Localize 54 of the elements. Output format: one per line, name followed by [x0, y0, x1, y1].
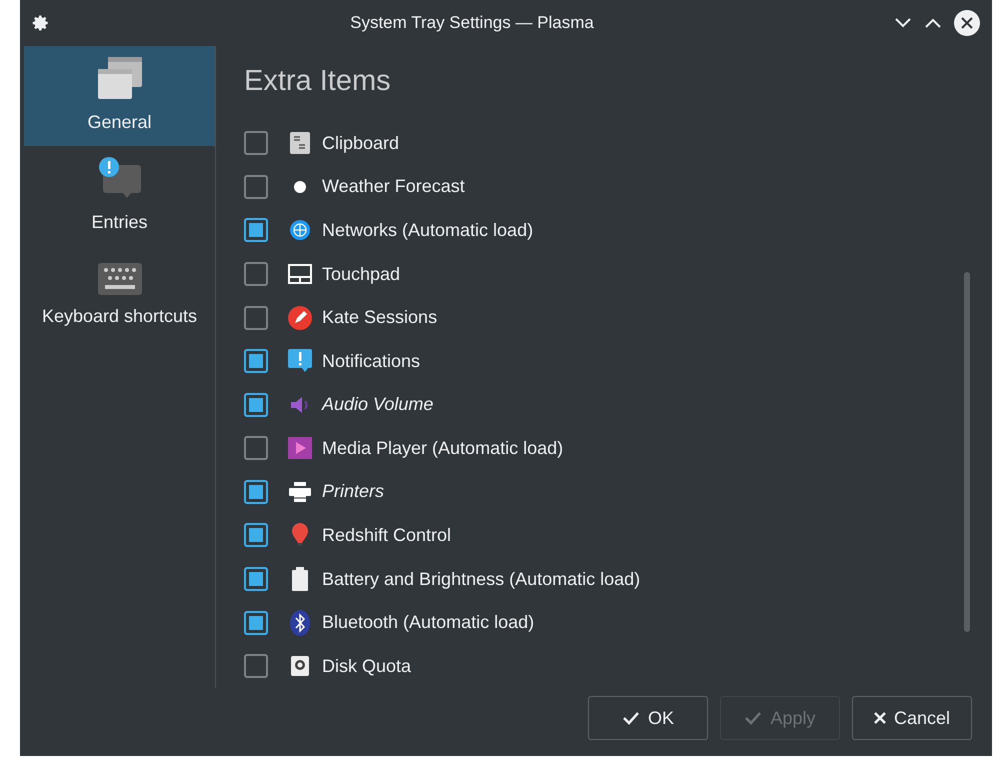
checkbox[interactable]	[244, 174, 268, 199]
keyboard-icon	[98, 262, 142, 294]
ok-button[interactable]: OK	[588, 696, 708, 740]
item-label: Touchpad	[322, 262, 400, 286]
checkmark-icon	[744, 711, 762, 725]
sidebar-item[interactable]: General	[24, 46, 215, 146]
checkbox[interactable]	[244, 131, 268, 156]
settings-icon[interactable]	[32, 14, 50, 32]
minimize-icon[interactable]	[894, 17, 912, 29]
item-label: Kate Sessions	[322, 306, 438, 330]
checkbox[interactable]	[244, 654, 268, 678]
checkbox[interactable]	[244, 306, 268, 330]
battery-icon	[291, 567, 309, 592]
cancel-button[interactable]: Cancel	[852, 696, 972, 740]
notification-icon	[288, 349, 312, 374]
item-label: Weather Forecast	[322, 175, 465, 198]
checkbox[interactable]	[244, 392, 268, 417]
item-label: Notifications	[322, 350, 420, 373]
clipboard-icon	[290, 132, 310, 154]
bulb-icon	[291, 523, 309, 548]
close-icon	[874, 712, 886, 724]
maximize-icon[interactable]	[924, 17, 942, 29]
close-icon[interactable]	[954, 10, 980, 36]
windows-icon	[96, 56, 144, 100]
page-heading: Extra Items	[244, 64, 392, 99]
touchpad-icon	[288, 264, 312, 284]
checkbox[interactable]	[244, 610, 268, 635]
sidebar-item[interactable]: Entries	[24, 146, 215, 246]
checkmark-icon	[622, 711, 640, 725]
item-label: Clipboard	[322, 132, 400, 155]
item-label: Battery and Brightness (Automatic load)	[322, 568, 640, 591]
scrollbar[interactable]	[964, 272, 970, 632]
checkbox[interactable]	[244, 480, 268, 504]
item-label: Bluetooth (Automatic load)	[322, 611, 534, 634]
printer-icon	[289, 482, 311, 502]
item-label: Disk Quota	[322, 654, 412, 678]
checkbox[interactable]	[244, 349, 268, 374]
notification-icon	[96, 156, 142, 200]
item-label: Media Player (Automatic load)	[322, 436, 564, 460]
sidebar-item[interactable]: Keyboard shortcuts	[24, 246, 215, 346]
checkbox[interactable]	[244, 218, 268, 242]
checkbox[interactable]	[244, 523, 268, 548]
checkbox[interactable]	[244, 436, 268, 460]
item-label: Redshift Control	[322, 524, 452, 547]
item-label: Networks (Automatic load)	[322, 218, 534, 242]
bluetooth-icon	[290, 610, 310, 636]
checkbox[interactable]	[244, 567, 268, 592]
play-icon	[288, 437, 312, 460]
item-label: Printers	[322, 480, 384, 504]
pencil-icon	[288, 306, 312, 330]
globe-icon	[289, 219, 311, 242]
item-label: Audio Volume	[322, 393, 434, 416]
window-title: System Tray Settings — Plasma	[349, 12, 595, 34]
checkbox[interactable]	[244, 262, 268, 286]
